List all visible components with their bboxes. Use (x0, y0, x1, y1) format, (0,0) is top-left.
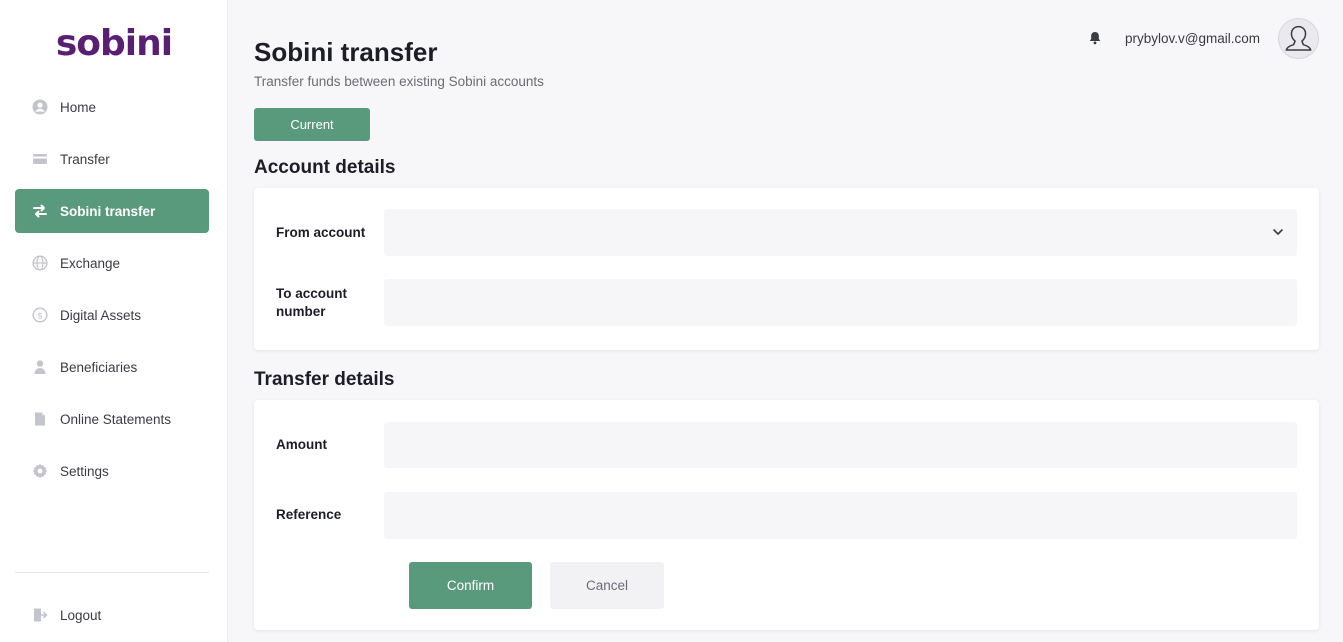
gear-icon (32, 463, 48, 479)
sidebar-item-label: Transfer (60, 151, 110, 167)
account-details-title: Account details (254, 157, 396, 178)
sidebar-item-label: Beneficiaries (60, 359, 138, 375)
sidebar-item-exchange[interactable]: Exchange (15, 241, 209, 285)
reference-input[interactable] (384, 492, 1297, 539)
logout-button[interactable]: Logout (15, 593, 209, 637)
sidebar-item-home[interactable]: Home (15, 85, 209, 129)
coin-icon: $ (32, 307, 48, 323)
sidebar-item-label: Exchange (60, 255, 121, 271)
sidebar-item-label: Settings (60, 463, 109, 479)
transfer-details-card: Amount Reference Confirm Cancel (254, 400, 1319, 630)
bell-icon[interactable] (1087, 30, 1103, 46)
amount-input[interactable] (384, 422, 1297, 468)
avatar[interactable] (1278, 17, 1319, 59)
from-account-select[interactable] (384, 209, 1297, 256)
sidebar-nav: Home Transfer Sobini transfer Exchange $… (15, 85, 209, 501)
globe-icon (32, 255, 48, 271)
sidebar-divider (15, 572, 209, 573)
amount-label: Amount (276, 437, 327, 452)
account-details-card: From account To account number (254, 188, 1319, 350)
sidebar-item-beneficiaries[interactable]: Beneficiaries (15, 345, 209, 389)
to-account-input[interactable] (384, 279, 1297, 326)
sidebar-item-label: Digital Assets (60, 307, 142, 323)
from-account-label: From account (276, 225, 366, 240)
chevron-down-icon (1271, 225, 1285, 239)
sidebar-item-transfer[interactable]: Transfer (15, 137, 209, 181)
logout-label: Logout (60, 607, 102, 623)
cancel-button[interactable]: Cancel (550, 562, 664, 609)
topbar: prybylov.v@gmail.com (1087, 17, 1319, 59)
sobini-logo[interactable]: sobini (0, 22, 228, 66)
logo-text: sobini (55, 23, 173, 64)
page-title: Sobini transfer (254, 37, 438, 67)
user-circle-icon (32, 99, 48, 115)
sidebar-item-label: Home (60, 99, 97, 115)
main-content: Sobini transfer Transfer funds between e… (228, 0, 1343, 642)
sidebar-item-sobini-transfer[interactable]: Sobini transfer (15, 189, 209, 233)
to-account-label: To account number (276, 286, 348, 319)
sidebar-item-settings[interactable]: Settings (15, 449, 209, 493)
transfer-details-title: Transfer details (254, 369, 395, 390)
sidebar: sobini Home Transfer Sobini transfer Exc… (0, 0, 228, 642)
reference-label: Reference (276, 507, 342, 522)
sidebar-item-label: Online Statements (60, 411, 172, 427)
card-icon (32, 151, 48, 167)
arrows-exchange-icon (32, 203, 48, 219)
sidebar-item-label: Sobini transfer (60, 203, 156, 219)
logout-icon (32, 607, 48, 623)
person-icon (32, 359, 48, 375)
sidebar-item-digital-assets[interactable]: $ Digital Assets (15, 293, 209, 337)
svg-text:$: $ (37, 312, 43, 322)
user-email[interactable]: prybylov.v@gmail.com (1125, 31, 1260, 46)
page-subtitle: Transfer funds between existing Sobini a… (254, 74, 544, 89)
tab-current[interactable]: Current (254, 108, 370, 141)
sidebar-item-online-statements[interactable]: Online Statements (15, 397, 209, 441)
document-icon (32, 411, 48, 427)
confirm-button[interactable]: Confirm (409, 562, 532, 609)
